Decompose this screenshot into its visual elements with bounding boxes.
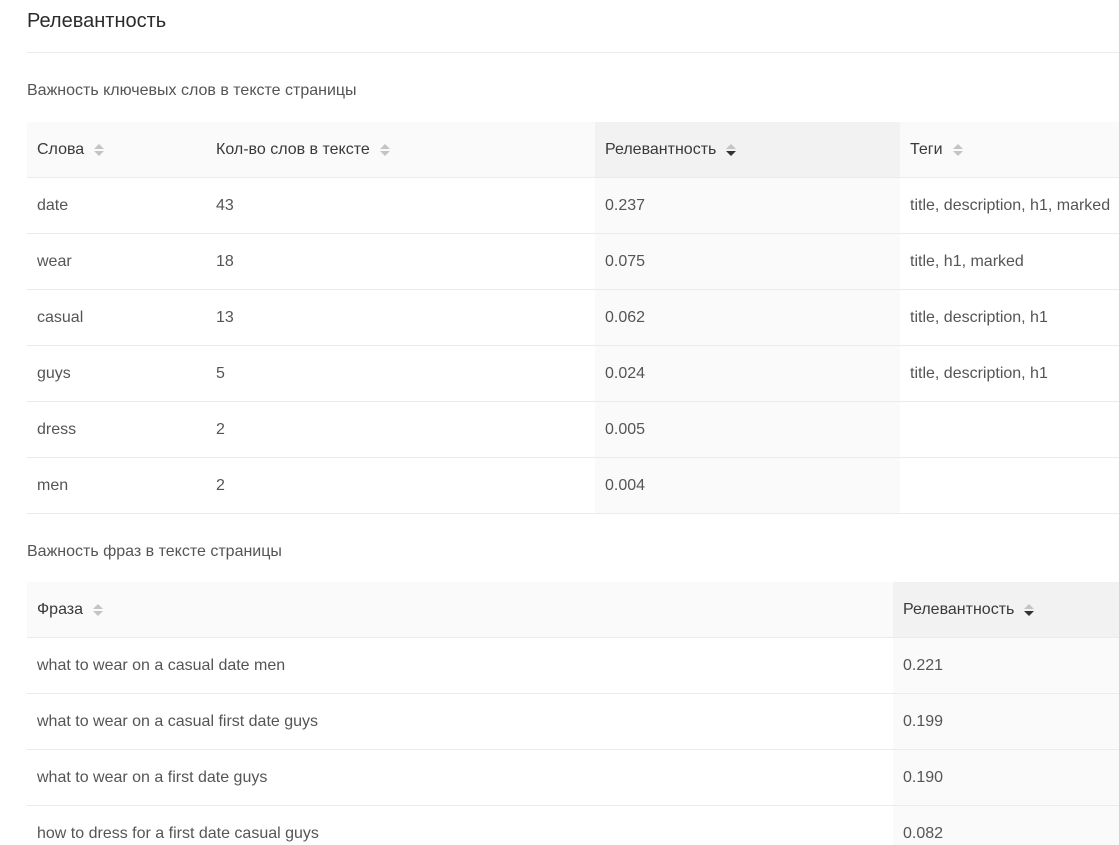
column-header-label: Фраза [37,600,84,618]
table-row: casual 13 0.062 title, description, h1 [27,289,1119,346]
column-header-relevance[interactable]: Релевантность [893,582,1119,638]
cell-word: wear [27,233,206,290]
table-row: dress 2 0.005 [27,401,1119,458]
table-row: guys 5 0.024 title, description, h1 [27,345,1119,402]
table-row: how to dress for a first date casual guy… [27,805,1119,845]
table-row: wear 18 0.075 title, h1, marked [27,233,1119,290]
column-header-label: Слова [37,140,85,158]
cell-relevance: 0.004 [595,457,900,514]
phrases-section-title: Важность фраз в тексте страницы [27,543,282,560]
cell-relevance: 0.024 [595,345,900,402]
table-row: date 43 0.237 title, description, h1, ma… [27,177,1119,234]
column-header-phrase[interactable]: Фраза [27,582,893,638]
cell-word: men [27,457,206,514]
column-header-relevance[interactable]: Релевантность [595,122,900,178]
cell-relevance: 0.190 [893,749,1119,806]
page-title: Релевантность [27,10,167,32]
sort-desc-icon[interactable] [1024,603,1035,616]
cell-relevance: 0.075 [595,233,900,290]
title-divider [27,52,1119,53]
sort-desc-icon[interactable] [726,143,737,156]
cell-tags: title, description, h1 [900,289,1119,346]
phrases-table: Фраза Релевантность what to wear on a ca… [27,582,1119,845]
keywords-header-row: Слова Кол-во слов в тексте Релевантность [27,122,1119,178]
sort-caret-icon[interactable] [952,143,963,156]
cell-tags [900,457,1119,514]
keywords-table: Слова Кол-во слов в тексте Релевантность [27,122,1119,514]
cell-relevance: 0.221 [893,637,1119,694]
cell-tags: title, description, h1, marked [900,177,1119,234]
cell-count: 18 [206,233,595,290]
cell-count: 13 [206,289,595,346]
cell-phrase: what to wear on a casual date men [27,637,893,694]
cell-word: guys [27,345,206,402]
sort-caret-icon[interactable] [93,603,104,616]
cell-count: 2 [206,401,595,458]
cell-relevance: 0.199 [893,693,1119,750]
column-header-label: Кол-во слов в тексте [216,140,370,158]
column-header-words[interactable]: Слова [27,122,206,178]
table-row: men 2 0.004 [27,457,1119,514]
cell-relevance: 0.062 [595,289,900,346]
phrases-header-row: Фраза Релевантность [27,582,1119,638]
cell-tags: title, description, h1 [900,345,1119,402]
cell-tags [900,401,1119,458]
column-header-label: Теги [910,140,943,158]
cell-word: dress [27,401,206,458]
cell-phrase: how to dress for a first date casual guy… [27,805,893,845]
sort-caret-icon[interactable] [379,143,390,156]
cell-count: 2 [206,457,595,514]
cell-relevance: 0.082 [893,805,1119,845]
cell-tags: title, h1, marked [900,233,1119,290]
cell-word: date [27,177,206,234]
column-header-count[interactable]: Кол-во слов в тексте [206,122,595,178]
cell-relevance: 0.237 [595,177,900,234]
cell-relevance: 0.005 [595,401,900,458]
cell-phrase: what to wear on a first date guys [27,749,893,806]
cell-phrase: what to wear on a casual first date guys [27,693,893,750]
column-header-tags[interactable]: Теги [900,122,1119,178]
cell-count: 5 [206,345,595,402]
cell-count: 43 [206,177,595,234]
column-header-label: Релевантность [605,140,717,158]
cell-word: casual [27,289,206,346]
table-row: what to wear on a casual first date guys… [27,693,1119,750]
table-row: what to wear on a casual date men 0.221 [27,637,1119,694]
keywords-section-title: Важность ключевых слов в тексте страницы [27,82,357,99]
relevance-page: Релевантность Важность ключевых слов в т… [0,0,1119,845]
table-row: what to wear on a first date guys 0.190 [27,749,1119,806]
column-header-label: Релевантность [903,600,1015,618]
sort-caret-icon[interactable] [94,143,105,156]
